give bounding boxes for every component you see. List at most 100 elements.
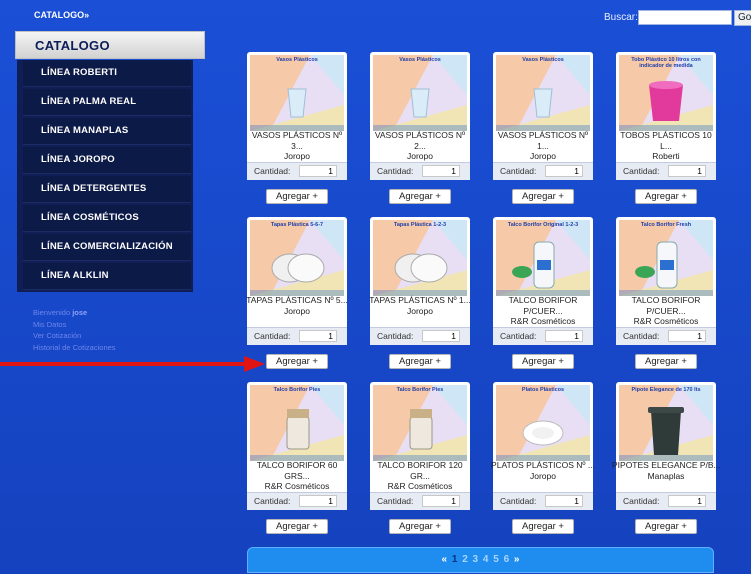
search-input[interactable] bbox=[638, 10, 732, 25]
talc-bottle-image bbox=[619, 220, 713, 296]
quantity-label: Cantidad: bbox=[254, 166, 291, 176]
pager-page-5[interactable]: 5 bbox=[493, 554, 499, 565]
product-talc-jar-image[interactable]: Talco Borifor Pies bbox=[373, 385, 467, 461]
add-to-quote-button[interactable]: Agregar + bbox=[266, 189, 328, 204]
product-cup-image[interactable]: Vasos Plásticos bbox=[250, 55, 344, 131]
quantity-input[interactable] bbox=[299, 495, 337, 507]
add-to-quote-button[interactable]: Agregar + bbox=[635, 189, 697, 204]
quantity-input[interactable] bbox=[545, 165, 583, 177]
sidebar-item-label: LÍNEA COMERCIALIZACIÓN bbox=[41, 241, 173, 252]
product-brand: Joropo bbox=[284, 306, 310, 316]
talc-bottle-image bbox=[496, 220, 590, 296]
quantity-label: Cantidad: bbox=[377, 331, 414, 341]
product-lid-image[interactable]: Tapas Plástica 5-6-7 bbox=[250, 220, 344, 296]
plate-image bbox=[496, 385, 590, 461]
pager-page-2[interactable]: 2 bbox=[462, 554, 468, 565]
quantity-input[interactable] bbox=[422, 495, 460, 507]
pager-prev[interactable]: « bbox=[442, 554, 448, 565]
product-cup-image[interactable]: Vasos Plásticos bbox=[496, 55, 590, 131]
product-brand: R&R Cosméticos bbox=[387, 481, 453, 491]
add-to-quote-button[interactable]: Agregar + bbox=[512, 189, 574, 204]
quantity-input[interactable] bbox=[299, 165, 337, 177]
sidebar-item-alklin[interactable]: LÍNEA ALKLIN bbox=[23, 263, 191, 290]
pagination: « 1 2 3 4 5 6 » bbox=[247, 547, 714, 573]
product-card: Tapas Plástica 1-2-3 TAPAS PLÁSTICAS Nº 1… bbox=[369, 217, 471, 345]
product-trash-can-image[interactable]: Pipote Elegance de 170 lts bbox=[619, 385, 713, 461]
product-name[interactable]: VASOS PLÁSTICOS Nº bbox=[366, 130, 474, 141]
product-brand: Roberti bbox=[652, 151, 680, 161]
product-talc-bottle-image[interactable]: Talco Borifor Original 1-2-3 bbox=[496, 220, 590, 296]
pager-next[interactable]: » bbox=[514, 554, 520, 565]
search-label: Buscar: bbox=[604, 12, 638, 23]
product-card: Vasos Plásticos VASOS PLÁSTICOS Nº 2... Jor… bbox=[370, 52, 470, 180]
sidebar-item-roberti[interactable]: LÍNEA ROBERTI bbox=[23, 60, 191, 87]
product-name[interactable]: TAPAS PLÁSTICAS Nº 1... bbox=[366, 295, 474, 306]
add-to-quote-button[interactable]: Agregar + bbox=[635, 354, 697, 369]
user-links: Bienvenido jose Mis Datos Ver Cotización… bbox=[33, 307, 116, 353]
sidebar-title: CATALOGO bbox=[35, 38, 110, 53]
quantity-input[interactable] bbox=[545, 330, 583, 342]
quantity-input[interactable] bbox=[668, 495, 706, 507]
quantity-input[interactable] bbox=[668, 165, 706, 177]
pager-page-4[interactable]: 4 bbox=[483, 554, 489, 565]
quantity-input[interactable] bbox=[545, 495, 583, 507]
thumb-title: Vasos Plásticos bbox=[522, 57, 564, 63]
sidebar-item-comercializacion[interactable]: LÍNEA COMERCIALIZACIÓN bbox=[23, 234, 191, 261]
add-to-quote-button[interactable]: Agregar + bbox=[389, 189, 451, 204]
quantity-input[interactable] bbox=[422, 330, 460, 342]
quantity-bar: Cantidad: bbox=[616, 162, 716, 180]
sidebar-item-detergentes[interactable]: LÍNEA DETERGENTES bbox=[23, 176, 191, 203]
product-name[interactable]: TALCO BORIFOR 60 bbox=[243, 460, 351, 471]
quantity-input[interactable] bbox=[422, 165, 460, 177]
product-name[interactable]: TAPAS PLÁSTICAS Nº 5... bbox=[243, 295, 351, 306]
product-name[interactable]: VASOS PLÁSTICOS Nº bbox=[243, 130, 351, 141]
quantity-bar: Cantidad: bbox=[247, 327, 347, 345]
product-talc-jar-image[interactable]: Talco Borifor Pies bbox=[250, 385, 344, 461]
add-to-quote-button[interactable]: Agregar + bbox=[266, 354, 328, 369]
cup-image bbox=[373, 55, 467, 131]
add-to-quote-button[interactable]: Agregar + bbox=[512, 519, 574, 534]
product-name[interactable]: TOBOS PLÁSTICOS 10 bbox=[612, 130, 720, 141]
welcome-text: Bienvenido jose bbox=[33, 307, 116, 319]
sidebar-item-manaplas[interactable]: LÍNEA MANAPLAS bbox=[23, 118, 191, 145]
product-name[interactable]: VASOS PLÁSTICOS Nº bbox=[489, 130, 597, 141]
product-talc-bottle-image[interactable]: Talco Borifor Fresh bbox=[619, 220, 713, 296]
link-mis-datos[interactable]: Mis Datos bbox=[33, 319, 116, 331]
add-to-quote-button[interactable]: Agregar + bbox=[389, 354, 451, 369]
pager-page-6[interactable]: 6 bbox=[504, 554, 510, 565]
sidebar-item-cosmeticos[interactable]: LÍNEA COSMÉTICOS bbox=[23, 205, 191, 232]
product-brand: Manaplas bbox=[647, 471, 685, 481]
product-card: Talco Borifor Original 1-2-3 TALCO BORIFO… bbox=[493, 217, 593, 345]
pager-page-1[interactable]: 1 bbox=[452, 554, 458, 565]
sidebar-item-label: LÍNEA COSMÉTICOS bbox=[41, 212, 139, 223]
sidebar-item-label: LÍNEA JOROPO bbox=[41, 154, 115, 165]
product-name[interactable]: TALCO BORIFOR 120 bbox=[366, 460, 474, 471]
product-bucket-image[interactable]: Tobo Plástico 10 litros con indicador de… bbox=[619, 55, 713, 131]
link-ver-cotizacion[interactable]: Ver Cotización bbox=[33, 330, 116, 342]
product-lid-image[interactable]: Tapas Plástica 1-2-3 bbox=[373, 220, 467, 296]
quantity-input[interactable] bbox=[299, 330, 337, 342]
product-plate-image[interactable]: Platos Plásticos bbox=[496, 385, 590, 461]
sidebar-item-palma-real[interactable]: LÍNEA PALMA REAL bbox=[23, 89, 191, 116]
sidebar-item-label: LÍNEA DETERGENTES bbox=[41, 183, 147, 194]
product-name[interactable]: PIPOTES ELEGANCE P/B... bbox=[612, 460, 720, 471]
product-name[interactable]: PLATOS PLÁSTICOS Nº ... bbox=[489, 460, 597, 471]
thumb-title: Pipote Elegance de 170 lts bbox=[631, 387, 701, 393]
pager-page-3[interactable]: 3 bbox=[473, 554, 479, 565]
product-cup-image[interactable]: Vasos Plásticos bbox=[373, 55, 467, 131]
sidebar-item-joropo[interactable]: LÍNEA JOROPO bbox=[23, 147, 191, 174]
search-go-button[interactable]: Go bbox=[734, 10, 751, 26]
product-name[interactable]: TALCO BORIFOR bbox=[612, 295, 720, 306]
add-to-quote-button[interactable]: Agregar + bbox=[389, 519, 451, 534]
add-to-quote-button[interactable]: Agregar + bbox=[266, 519, 328, 534]
product-name[interactable]: TALCO BORIFOR bbox=[489, 295, 597, 306]
add-to-quote-button[interactable]: Agregar + bbox=[635, 519, 697, 534]
add-to-quote-button[interactable]: Agregar + bbox=[512, 354, 574, 369]
breadcrumb[interactable]: CATALOGO» bbox=[34, 10, 89, 20]
quantity-bar: Cantidad: bbox=[370, 162, 470, 180]
talc-jar-image bbox=[373, 385, 467, 461]
link-historial[interactable]: Historial de Cotizaciones bbox=[33, 342, 116, 354]
quantity-input[interactable] bbox=[668, 330, 706, 342]
product-card: Talco Borifor Pies TALCO BORIFOR 120 GR...… bbox=[370, 382, 470, 510]
lid-image bbox=[373, 220, 467, 296]
